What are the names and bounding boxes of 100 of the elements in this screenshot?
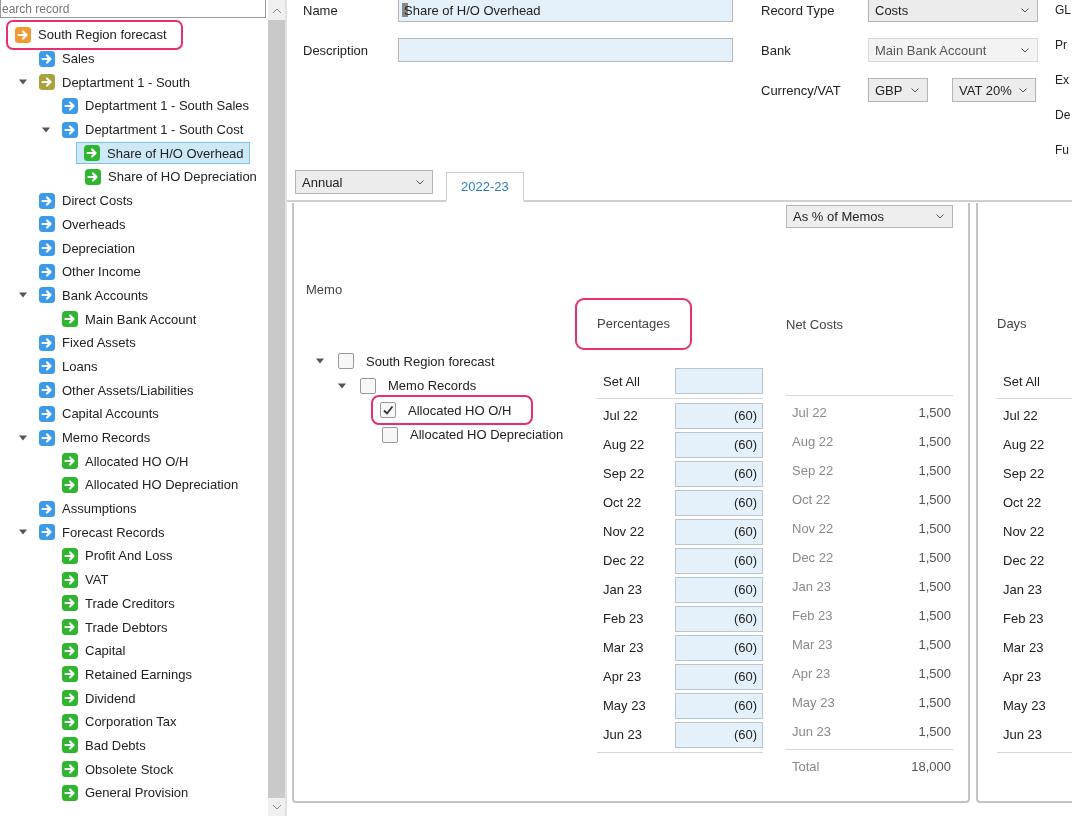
month-label: Jun 23 <box>603 727 643 742</box>
month-label: Jul 22 <box>603 408 638 423</box>
month-label: Aug 22 <box>603 437 645 452</box>
percentage-field[interactable]: (60) <box>675 431 763 458</box>
checkbox[interactable]: Memo Records <box>358 375 479 396</box>
percentage-field[interactable]: (60) <box>675 634 763 661</box>
month-label: Feb 23 <box>792 608 833 623</box>
percentage-field[interactable]: (60) <box>675 663 763 690</box>
tree-item[interactable]: Fixed Assets <box>38 331 142 354</box>
vat-select[interactable]: VAT 20% <box>952 78 1036 102</box>
tree-item[interactable]: Loans <box>38 355 104 378</box>
tree-item[interactable]: Share of HO Depreciation <box>84 165 263 188</box>
percentage-field[interactable]: (60) <box>675 721 763 748</box>
record-type-select[interactable]: Costs <box>868 0 1038 22</box>
tree-item[interactable]: Direct Costs <box>38 189 139 212</box>
name-field[interactable]: Share of H/O Overhead <box>398 0 733 22</box>
chevron-down-icon <box>416 179 424 185</box>
field-label: Pr <box>1055 37 1068 53</box>
tree-item[interactable]: General Provision <box>61 781 195 804</box>
month-label: Jun 23 <box>792 724 832 739</box>
percentage-field[interactable]: (60) <box>675 518 763 545</box>
tree-item[interactable]: Retained Earnings <box>61 663 198 686</box>
tree-item[interactable]: Forecast Records <box>38 521 171 544</box>
field-label: Ex <box>1055 72 1070 88</box>
percentage-field[interactable]: (60) <box>675 547 763 574</box>
month-label: Sep 22 <box>603 466 645 481</box>
month-label: Mar 23 <box>603 640 644 655</box>
field-label: Description <box>303 42 370 58</box>
expand-triangle-icon[interactable] <box>19 78 27 87</box>
expand-triangle-icon[interactable] <box>338 381 346 390</box>
month-label: Jan 23 <box>792 579 832 594</box>
amount-cell: 1,500 <box>918 405 951 420</box>
set-all-field[interactable] <box>675 368 763 394</box>
month-label: Apr 23 <box>792 666 831 681</box>
tree-item[interactable]: Bad Debts <box>61 734 152 757</box>
amount-cell: 1,500 <box>918 608 951 623</box>
percentage-field[interactable]: (60) <box>675 605 763 632</box>
percentage-field[interactable]: (60) <box>675 692 763 719</box>
tree-item[interactable]: Main Bank Account <box>61 308 203 331</box>
expand-triangle-icon[interactable] <box>42 125 50 134</box>
field-label: De <box>1055 107 1072 123</box>
tree-item[interactable]: Memo Records <box>38 426 157 449</box>
tree-item[interactable]: Trade Debtors <box>61 616 174 639</box>
tree-item[interactable]: Other Income <box>38 260 147 283</box>
currency-select[interactable]: GBP <box>868 78 928 102</box>
scroll-up-icon[interactable] <box>271 8 282 14</box>
month-label: Nov 22 <box>1003 524 1045 539</box>
tree-item[interactable]: VAT <box>61 568 115 591</box>
tree-item[interactable]: Deptartment 1 - South Sales <box>61 94 256 117</box>
amount-cell: 1,500 <box>918 434 951 449</box>
tree-item[interactable]: Allocated HO Depreciation <box>61 473 245 496</box>
checkbox[interactable]: Allocated HO O/H <box>371 395 534 426</box>
month-label: Jul 22 <box>1003 408 1038 423</box>
month-label: Sep 22 <box>792 463 834 478</box>
percentage-field[interactable]: (60) <box>675 489 763 516</box>
month-label: Dec 22 <box>792 550 834 565</box>
tree-item[interactable]: Overheads <box>38 213 132 236</box>
tree-item[interactable]: Allocated HO O/H <box>61 450 195 473</box>
tree-item[interactable]: Obsolete Stock <box>61 758 180 781</box>
tree-item[interactable]: Trade Creditors <box>61 592 181 615</box>
tree-item[interactable]: Capital <box>61 639 132 662</box>
percentage-field[interactable]: (60) <box>675 576 763 603</box>
expand-triangle-icon[interactable] <box>19 433 27 442</box>
tree-item[interactable]: Assumptions <box>38 497 143 520</box>
description-field[interactable] <box>398 38 733 62</box>
tree-item[interactable]: South Region forecast <box>6 19 183 50</box>
amount-cell: 1,500 <box>918 492 951 507</box>
year-tab[interactable]: 2022-23 <box>446 172 524 202</box>
amount-cell: 1,500 <box>918 463 951 478</box>
tree-item[interactable]: Bank Accounts <box>38 284 154 307</box>
tree-item[interactable]: Profit And Loss <box>61 544 179 567</box>
expand-triangle-icon[interactable] <box>19 528 27 537</box>
tree-item[interactable]: Deptartment 1 - South <box>38 71 196 94</box>
tree-item[interactable]: Deptartment 1 - South Cost <box>61 118 250 141</box>
tree-item[interactable]: Sales <box>38 47 101 70</box>
tree-item[interactable]: Share of H/O Overhead <box>76 142 250 165</box>
tree-item[interactable]: Dividend <box>61 687 142 710</box>
percentage-field[interactable]: (60) <box>675 402 763 429</box>
tree-item[interactable]: Corporation Tax <box>61 710 183 733</box>
checkbox[interactable]: South Region forecast <box>336 351 497 372</box>
chevron-down-icon <box>1019 87 1027 93</box>
percentage-field[interactable]: (60) <box>675 460 763 487</box>
expand-triangle-icon[interactable] <box>19 291 27 300</box>
mode-select[interactable]: As % of Memos <box>786 205 953 228</box>
month-label: Jun 23 <box>1003 727 1043 742</box>
scroll-down-icon[interactable] <box>271 804 282 810</box>
month-label: Mar 23 <box>1003 640 1044 655</box>
tree-item[interactable]: Other Assets/Liabilities <box>38 379 200 402</box>
tree-item[interactable]: Capital Accounts <box>38 402 165 425</box>
chevron-down-icon <box>1021 7 1029 13</box>
period-select[interactable]: Annual <box>295 170 433 194</box>
search-field[interactable]: earch record <box>0 0 266 18</box>
month-label: Aug 22 <box>1003 437 1045 452</box>
chevron-down-icon <box>936 214 944 219</box>
amount-cell: 1,500 <box>918 550 951 565</box>
tree-item[interactable]: Depreciation <box>38 237 141 260</box>
expand-triangle-icon[interactable] <box>316 357 324 366</box>
month-label: Jan 23 <box>603 582 643 597</box>
month-label: Dec 22 <box>1003 553 1045 568</box>
checkbox[interactable]: Allocated HO Depreciation <box>380 424 566 445</box>
